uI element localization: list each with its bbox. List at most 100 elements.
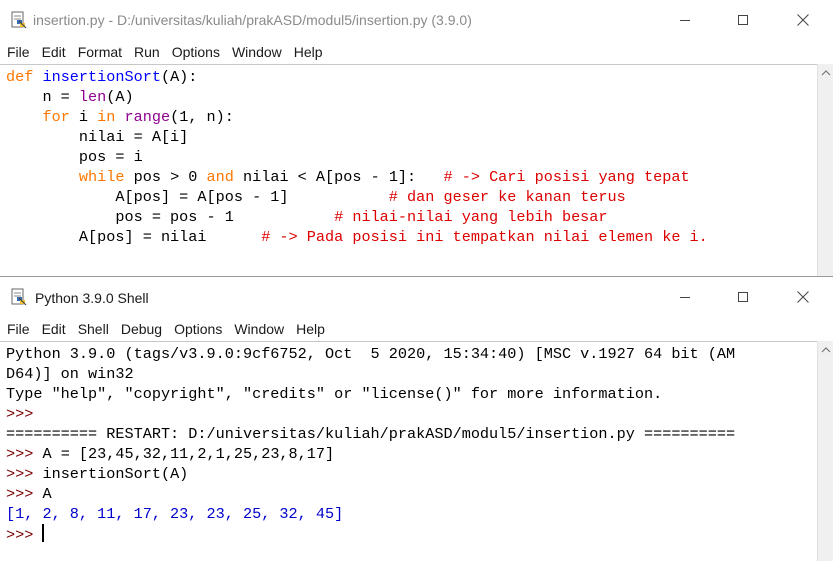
code-token: in [97,108,116,126]
shell-line: ========== RESTART: D:/universitas/kulia… [6,424,817,444]
scroll-up-icon[interactable] [821,68,831,78]
shell-line: Type "help", "copyright", "credits" or "… [6,384,817,404]
shell-prompt: >>> [6,485,43,503]
code-token: nilai < A[pos - 1]: [233,168,444,186]
code-comment: # -> Cari posisi yang tepat [443,168,690,186]
code-line: while pos > 0 and nilai < A[pos - 1]: # … [6,167,817,187]
shell-title: Python 3.9.0 Shell [35,290,149,306]
menu-file[interactable]: File [7,321,30,337]
shell-line: >>> A [6,484,817,504]
maximize-button[interactable] [714,277,772,317]
minimize-icon [680,19,690,21]
menu-edit[interactable]: Edit [42,44,66,60]
code-token: len [78,88,107,106]
code-token: Python 3.9.0 (tags/v3.9.0:9cf6752, Oct 5… [6,345,736,363]
code-token: def [6,68,43,86]
code-line: def insertionSort(A): [6,67,817,87]
shell-line: [1, 2, 8, 11, 17, 23, 23, 25, 32, 45] [6,504,817,524]
shell-prompt: >>> [6,405,43,423]
code-line: n = len(A) [6,87,817,107]
editor-text-area[interactable]: def insertionSort(A): n = len(A) for i i… [0,64,817,276]
code-token: pos > 0 [124,168,207,186]
shell-prompt: >>> [6,465,43,483]
editor-title: insertion.py - D:/universitas/kuliah/pra… [33,12,472,28]
code-token: A = [23,45,32,11,2,1,25,23,8,17] [42,445,335,463]
code-token: insertionSort(A) [42,465,189,483]
close-button[interactable] [774,277,832,317]
code-line: pos = i [6,147,817,167]
code-token: ========== RESTART: D:/universitas/kulia… [6,425,736,443]
code-token: A[pos] = A[pos - 1] [6,188,389,206]
code-token: Type "help", "copyright", "credits" or "… [6,385,663,403]
menu-options[interactable]: Options [172,44,220,60]
menu-help[interactable]: Help [294,44,323,60]
code-comment: # dan geser ke kanan terus [388,188,626,206]
code-token: i [69,108,98,126]
code-token: A [42,485,52,503]
code-token: for [42,108,70,126]
code-line: A[pos] = A[pos - 1] # dan geser ke kanan… [6,187,817,207]
shell-titlebar[interactable]: Python 3.9.0 Shell [0,277,833,317]
code-token: pos = i [6,148,143,166]
code-token: pos = pos - 1 [6,208,335,226]
code-token: (A): [160,68,198,86]
code-line: pos = pos - 1 # nilai-nilai yang lebih b… [6,207,817,227]
code-token: (1, n): [170,108,234,126]
menu-file[interactable]: File [7,44,30,60]
minimize-icon [680,296,690,298]
code-line: for i in range(1, n): [6,107,817,127]
shell-output: Python 3.9.0 (tags/v3.9.0:9cf6752, Oct 5… [0,342,817,544]
idle-file-icon [11,11,27,29]
editor-titlebar[interactable]: insertion.py - D:/universitas/kuliah/pra… [0,0,833,40]
code-comment: # nilai-nilai yang lebih besar [334,208,608,226]
maximize-icon [738,15,748,25]
shell-line: >>> insertionSort(A) [6,464,817,484]
menu-run[interactable]: Run [134,44,160,60]
menu-window[interactable]: Window [234,321,284,337]
scroll-up-icon[interactable] [821,345,831,355]
code-token: [1, 2, 8, 11, 17, 23, 23, 25, 32, 45] [6,505,344,523]
code-token: range [124,108,171,126]
code-token: (A) [106,88,134,106]
shell-line: D64)] on win32 [6,364,817,384]
menu-debug[interactable]: Debug [121,321,162,337]
close-icon [797,291,809,303]
code-token: while [78,168,125,186]
editor-window: insertion.py - D:/universitas/kuliah/pra… [0,0,833,276]
text-cursor [42,524,45,542]
shell-line: >>> [6,524,817,544]
python-shell-icon [11,288,27,306]
shell-menubar: File Edit Shell Debug Options Window Hel… [0,317,833,341]
menu-help[interactable]: Help [296,321,325,337]
code-token: n = [6,88,79,106]
code-comment: # -> Pada posisi ini tempatkan nilai ele… [261,228,708,246]
maximize-icon [738,292,748,302]
shell-text-area[interactable]: Python 3.9.0 (tags/v3.9.0:9cf6752, Oct 5… [0,341,817,561]
minimize-button[interactable] [656,0,714,40]
menu-options[interactable]: Options [174,321,222,337]
menu-format[interactable]: Format [78,44,122,60]
close-icon [797,14,809,26]
shell-line: Python 3.9.0 (tags/v3.9.0:9cf6752, Oct 5… [6,344,817,364]
shell-prompt: >>> [6,526,43,544]
menu-window[interactable]: Window [232,44,282,60]
code-line: A[pos] = nilai # -> Pada posisi ini temp… [6,227,817,247]
code-token: and [206,168,234,186]
menu-edit[interactable]: Edit [42,321,66,337]
maximize-button[interactable] [714,0,772,40]
shell-scrollbar[interactable] [817,341,833,561]
code-token: A[pos] = nilai [6,228,262,246]
shell-line: >>> A = [23,45,32,11,2,1,25,23,8,17] [6,444,817,464]
code-line: nilai = A[i] [6,127,817,147]
code-token: insertionSort [42,68,161,86]
editor-code: def insertionSort(A): n = len(A) for i i… [0,65,817,247]
menu-shell[interactable]: Shell [78,321,109,337]
shell-window: Python 3.9.0 Shell File Edit Shell Debug… [0,276,833,561]
code-token: D64)] on win32 [6,365,134,383]
close-button[interactable] [774,0,832,40]
minimize-button[interactable] [656,277,714,317]
editor-scrollbar[interactable] [817,64,833,276]
